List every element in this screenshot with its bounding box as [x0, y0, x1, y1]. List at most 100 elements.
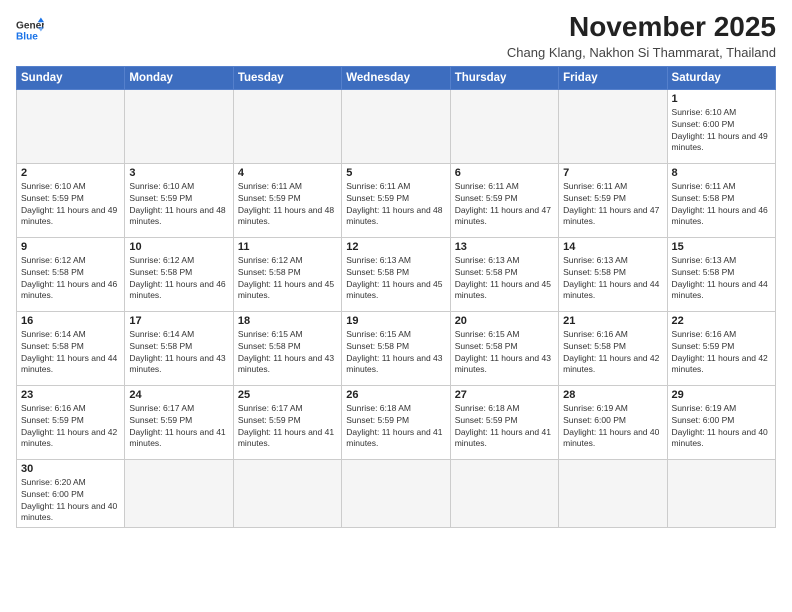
page: General Blue November 2025 Chang Klang, … [0, 0, 792, 612]
table-row: 29 Sunrise: 6:19 AMSunset: 6:00 PMDayligh… [667, 385, 775, 459]
day-number: 9 [21, 241, 120, 253]
header-sunday: Sunday [17, 66, 125, 89]
day-number: 7 [563, 167, 662, 179]
table-row: 24Sunrise: 6:17 AMSunset: 5:59 PMDayligh… [125, 385, 233, 459]
header-thursday: Thursday [450, 66, 558, 89]
day-info: Sunrise: 6:12 AMSunset: 5:58 PMDaylight:… [238, 255, 337, 303]
table-row [450, 89, 558, 163]
table-row: 16 Sunrise: 6:14 AMSunset: 5:58 PMDayligh… [17, 311, 125, 385]
day-info: Sunrise: 6:20 AMSunset: 6:00 PMDaylight:… [21, 477, 120, 525]
day-number: 2 [21, 167, 120, 179]
table-row [559, 89, 667, 163]
header-tuesday: Tuesday [233, 66, 341, 89]
day-info: Sunrise: 6:18 AMSunset: 5:59 PMDaylight:… [455, 403, 554, 451]
day-info: Sunrise: 6:19 AMSunset: 6:00 PMDaylight:… [563, 403, 662, 451]
table-row [342, 459, 450, 528]
table-row: 19 Sunrise: 6:15 AMSunset: 5:58 PMDayligh… [342, 311, 450, 385]
day-number: 17 [129, 315, 228, 327]
table-row: 6 Sunrise: 6:11 AMSunset: 5:59 PMDaylight… [450, 163, 558, 237]
day-number: 1 [672, 93, 771, 105]
day-info: Sunrise: 6:11 AMSunset: 5:59 PMDaylight:… [238, 181, 337, 229]
day-number: 15 [672, 241, 771, 253]
day-info: Sunrise: 6:11 AMSunset: 5:59 PMDaylight:… [455, 181, 554, 229]
day-info: Sunrise: 6:16 AMSunset: 5:58 PMDaylight:… [563, 329, 662, 377]
day-info: Sunrise: 6:14 AMSunset: 5:58 PMDaylight:… [129, 329, 228, 377]
day-number: 13 [455, 241, 554, 253]
day-info: Sunrise: 6:13 AMSunset: 5:58 PMDaylight:… [455, 255, 554, 303]
header-monday: Monday [125, 66, 233, 89]
table-row: 21 Sunrise: 6:16 AMSunset: 5:58 PMDayligh… [559, 311, 667, 385]
table-row: 20 Sunrise: 6:15 AMSunset: 5:58 PMDayligh… [450, 311, 558, 385]
table-row: 22 Sunrise: 6:16 AMSunset: 5:59 PMDayligh… [667, 311, 775, 385]
table-row [17, 89, 125, 163]
table-row: 30 Sunrise: 6:20 AMSunset: 6:00 PMDayligh… [17, 459, 125, 528]
header: General Blue November 2025 Chang Klang, … [16, 12, 776, 60]
day-info: Sunrise: 6:10 AMSunset: 5:59 PMDaylight:… [129, 181, 228, 229]
table-row [125, 459, 233, 528]
day-number: 21 [563, 315, 662, 327]
table-row: 4 Sunrise: 6:11 AMSunset: 5:59 PMDaylight… [233, 163, 341, 237]
header-wednesday: Wednesday [342, 66, 450, 89]
table-row: 3 Sunrise: 6:10 AMSunset: 5:59 PMDaylight… [125, 163, 233, 237]
day-info: Sunrise: 6:16 AMSunset: 5:59 PMDaylight:… [21, 403, 120, 451]
day-number: 27 [455, 389, 554, 401]
table-row: 27 Sunrise: 6:18 AMSunset: 5:59 PMDayligh… [450, 385, 558, 459]
day-info: Sunrise: 6:12 AMSunset: 5:58 PMDaylight:… [129, 255, 228, 303]
day-info: Sunrise: 6:13 AMSunset: 5:58 PMDaylight:… [563, 255, 662, 303]
day-number: 12 [346, 241, 445, 253]
day-number: 5 [346, 167, 445, 179]
day-number: 8 [672, 167, 771, 179]
calendar-table: Sunday Monday Tuesday Wednesday Thursday… [16, 66, 776, 529]
day-number: 19 [346, 315, 445, 327]
day-info: Sunrise: 6:11 AMSunset: 5:58 PMDaylight:… [672, 181, 771, 229]
day-number: 25 [238, 389, 337, 401]
logo-icon: General Blue [16, 16, 44, 44]
day-info: Sunrise: 6:19 AMSunset: 6:00 PMDaylight:… [672, 403, 771, 451]
day-info: Sunrise: 6:15 AMSunset: 5:58 PMDaylight:… [455, 329, 554, 377]
day-number: 30 [21, 463, 120, 475]
day-info: Sunrise: 6:11 AMSunset: 5:59 PMDaylight:… [563, 181, 662, 229]
day-number: 16 [21, 315, 120, 327]
table-row [233, 459, 341, 528]
day-info: Sunrise: 6:13 AMSunset: 5:58 PMDaylight:… [346, 255, 445, 303]
table-row: 17 Sunrise: 6:14 AMSunset: 5:58 PMDayligh… [125, 311, 233, 385]
table-row: 11 Sunrise: 6:12 AMSunset: 5:58 PMDayligh… [233, 237, 341, 311]
day-info: Sunrise: 6:14 AMSunset: 5:58 PMDaylight:… [21, 329, 120, 377]
day-info: Sunrise: 6:10 AMSunset: 5:59 PMDaylight:… [21, 181, 120, 229]
day-info: Sunrise: 6:15 AMSunset: 5:58 PMDaylight:… [346, 329, 445, 377]
day-number: 4 [238, 167, 337, 179]
table-row [125, 89, 233, 163]
table-row [233, 89, 341, 163]
day-info: Sunrise: 6:13 AMSunset: 5:58 PMDaylight:… [672, 255, 771, 303]
calendar-header-row: Sunday Monday Tuesday Wednesday Thursday… [17, 66, 776, 89]
day-number: 3 [129, 167, 228, 179]
table-row: 14Sunrise: 6:13 AMSunset: 5:58 PMDayligh… [559, 237, 667, 311]
table-row: 5 Sunrise: 6:11 AMSunset: 5:59 PMDaylight… [342, 163, 450, 237]
day-info: Sunrise: 6:16 AMSunset: 5:59 PMDaylight:… [672, 329, 771, 377]
day-number: 20 [455, 315, 554, 327]
day-number: 29 [672, 389, 771, 401]
day-info: Sunrise: 6:10 AMSunset: 6:00 PMDaylight:… [672, 107, 771, 155]
day-number: 11 [238, 241, 337, 253]
table-row [667, 459, 775, 528]
table-row: 1 Sunrise: 6:10 AMSunset: 6:00 PMDaylight… [667, 89, 775, 163]
table-row: 23 Sunrise: 6:16 AMSunset: 5:59 PMDayligh… [17, 385, 125, 459]
table-row: 8 Sunrise: 6:11 AMSunset: 5:58 PMDaylight… [667, 163, 775, 237]
table-row: 2 Sunrise: 6:10 AMSunset: 5:59 PMDaylight… [17, 163, 125, 237]
day-number: 10 [129, 241, 228, 253]
day-number: 6 [455, 167, 554, 179]
day-number: 28 [563, 389, 662, 401]
table-row: 10 Sunrise: 6:12 AMSunset: 5:58 PMDayligh… [125, 237, 233, 311]
day-info: Sunrise: 6:12 AMSunset: 5:58 PMDaylight:… [21, 255, 120, 303]
table-row: 25 Sunrise: 6:17 AMSunset: 5:59 PMDayligh… [233, 385, 341, 459]
day-number: 23 [21, 389, 120, 401]
day-info: Sunrise: 6:17 AMSunset: 5:59 PMDaylight:… [238, 403, 337, 451]
table-row [559, 459, 667, 528]
table-row [342, 89, 450, 163]
table-row: 18Sunrise: 6:15 AMSunset: 5:58 PMDayligh… [233, 311, 341, 385]
table-row: 13 Sunrise: 6:13 AMSunset: 5:58 PMDayligh… [450, 237, 558, 311]
table-row: 28 Sunrise: 6:19 AMSunset: 6:00 PMDayligh… [559, 385, 667, 459]
table-row: 26Sunrise: 6:18 AMSunset: 5:59 PMDayligh… [342, 385, 450, 459]
day-info: Sunrise: 6:11 AMSunset: 5:59 PMDaylight:… [346, 181, 445, 229]
day-number: 22 [672, 315, 771, 327]
